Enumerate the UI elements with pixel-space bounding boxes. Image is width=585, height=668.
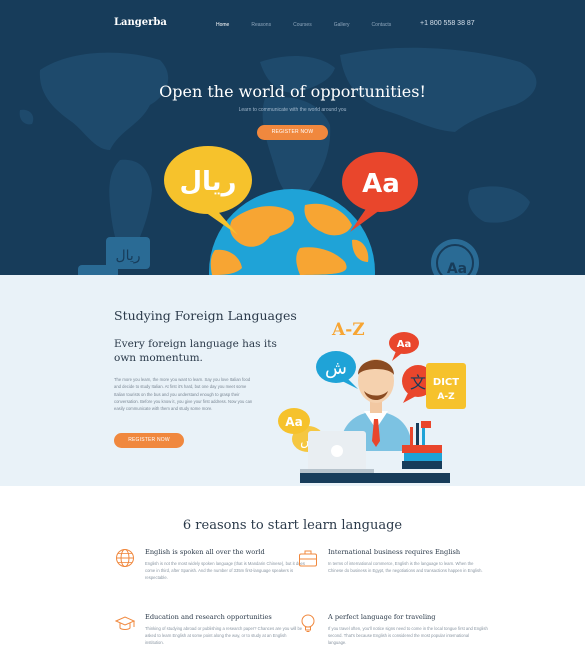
- laptop: [300, 431, 374, 474]
- study-register-button[interactable]: REGISTER NOW: [114, 433, 184, 448]
- desk: [300, 473, 450, 483]
- az-label: A-Z: [331, 320, 365, 340]
- reason-text: In terms of international commerce, Engl…: [328, 561, 483, 573]
- briefcase-icon: [299, 550, 317, 567]
- reason-text: English is not the most widely spoken la…: [145, 561, 305, 580]
- badge-left-text: ريال: [115, 248, 140, 264]
- bubble-left-text: ريال: [179, 167, 236, 197]
- teacher-illustration: A-Z Aa ش Aa ش 文 DICT A-Z: [278, 320, 466, 483]
- study-subtitle: Every foreign language has its own momen…: [114, 338, 277, 364]
- reason-title: English is spoken all over the world: [145, 548, 265, 556]
- reason-text: If you travel often, you'll notice signs…: [328, 626, 488, 645]
- hero-illustration: ريال Aa ريال Aa: [78, 146, 479, 275]
- svg-text:Aa: Aa: [397, 339, 412, 350]
- svg-text:DICT: DICT: [433, 377, 459, 388]
- arabic-badge: ريال: [78, 237, 150, 275]
- globe-icon: [116, 549, 134, 567]
- lightbulb-icon: [301, 614, 315, 632]
- study-section: Studying Foreign Languages Every foreign…: [0, 275, 585, 486]
- reasons-section: 6 reasons to start learn language Englis…: [0, 486, 585, 668]
- reason-title: International business requires English: [328, 548, 461, 556]
- reason-title: Education and research opportunities: [145, 613, 272, 621]
- study-body-text: The more you learn, the more you want to…: [114, 377, 253, 412]
- reasons-title: 6 reasons to start learn language: [182, 518, 403, 533]
- arabic-small-bubble: ش: [316, 351, 358, 389]
- reason-text: Thinking of studying abroad or publishin…: [145, 626, 303, 645]
- aa-small-bubble: Aa: [389, 332, 419, 361]
- svg-text:ش: ش: [325, 358, 347, 379]
- reason-title: A perfect language for traveling: [328, 613, 436, 621]
- badge-right-text: Aa: [447, 261, 467, 275]
- study-title: Studying Foreign Languages: [114, 308, 297, 323]
- latin-badge: Aa: [431, 239, 479, 275]
- bubble-right-text: Aa: [362, 169, 400, 199]
- svg-text:文: 文: [410, 373, 426, 392]
- hero-section: Langerba Home Reasons Courses Gallery Co…: [0, 0, 585, 275]
- book-stack: [402, 421, 442, 469]
- dictionary-book: DICT A-Z: [426, 363, 466, 409]
- svg-text:Aa: Aa: [285, 415, 302, 429]
- graduation-cap-icon: [115, 616, 136, 630]
- svg-text:A-Z: A-Z: [437, 392, 455, 402]
